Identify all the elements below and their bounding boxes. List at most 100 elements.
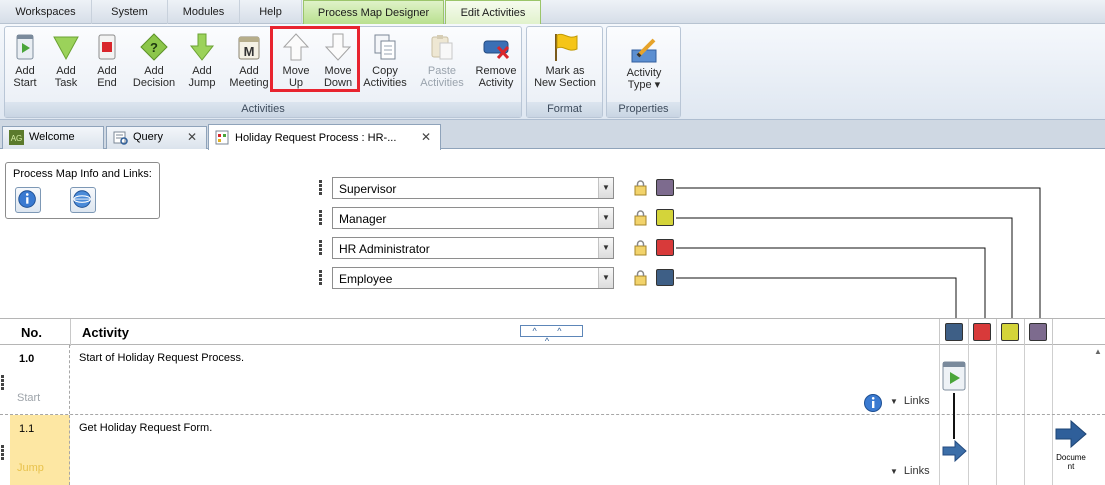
role-name: Employee <box>339 272 393 286</box>
drag-handle[interactable] <box>318 269 323 287</box>
activity-row[interactable]: 1.1 Jump Get Holiday Request Form. ▼ Link… <box>0 415 1105 485</box>
remove-activity-button[interactable]: Remove Activity <box>471 30 521 94</box>
drag-handle[interactable] <box>318 209 323 227</box>
info-box-title: Process Map Info and Links: <box>13 168 152 180</box>
role-select-employee[interactable]: Employee ▼ <box>332 267 614 289</box>
info-icon[interactable] <box>863 393 883 413</box>
links-button[interactable] <box>70 187 96 213</box>
drag-handle[interactable] <box>1 445 5 461</box>
column-header-no: No. <box>21 325 42 340</box>
process-map-info-box: Process Map Info and Links: <box>5 162 160 219</box>
copy-icon <box>374 34 396 60</box>
lane-swatch-supervisor[interactable] <box>1029 323 1047 341</box>
jump-arrow-icon[interactable] <box>941 439 967 463</box>
activity-number: 1.1 <box>19 423 35 435</box>
menu-tab-process-map-designer[interactable]: Process Map Designer <box>303 0 444 24</box>
links-dropdown[interactable]: ▼ Links <box>890 465 930 477</box>
role-color-swatch[interactable] <box>656 209 674 226</box>
activity-number-cell: 1.1 Jump <box>10 415 70 485</box>
column-divider <box>939 319 940 346</box>
add-task-button[interactable]: Add Task <box>45 30 87 94</box>
role-name: Supervisor <box>339 182 397 196</box>
drag-handle[interactable] <box>318 179 323 197</box>
chevron-down-icon[interactable]: ▼ <box>598 238 613 258</box>
flow-connector <box>953 415 955 439</box>
close-icon[interactable]: ✕ <box>187 127 197 148</box>
activity-type-button[interactable]: Activity Type ▾ <box>609 30 679 94</box>
edit-pencil-icon <box>631 38 657 63</box>
add-jump-button[interactable]: Add Jump <box>181 30 223 94</box>
collapse-expand-buttons[interactable]: ^ ^ ^ <box>520 325 583 346</box>
drag-handle[interactable] <box>318 239 323 257</box>
close-icon[interactable]: ✕ <box>421 127 431 148</box>
tab-welcome-label: Welcome <box>29 131 75 143</box>
arrow-down-icon <box>189 33 215 61</box>
copy-activities-button[interactable]: Copy Activities <box>361 30 409 94</box>
activity-type-label-1: Activity <box>626 67 662 79</box>
document-arrow-icon[interactable] <box>1054 419 1088 449</box>
document-label: Docume nt <box>1056 453 1086 471</box>
links-dropdown[interactable]: ▼ Links <box>890 395 930 407</box>
menu-tab-workspaces[interactable]: Workspaces <box>0 0 92 24</box>
lock-icon[interactable] <box>634 240 647 256</box>
add-meeting-label-1: Add <box>239 65 259 77</box>
drag-handle[interactable] <box>1 375 5 391</box>
globe-link-icon <box>73 190 91 208</box>
tab-welcome[interactable]: AG Welcome <box>2 126 104 149</box>
activity-description[interactable]: Start of Holiday Request Process. <box>79 352 244 364</box>
menu-tab-system[interactable]: System <box>92 0 168 24</box>
document-tabs: AG Welcome Query ✕ Holiday Request Proce… <box>0 120 1105 150</box>
role-name: HR Administrator <box>339 242 430 256</box>
chevron-down-icon[interactable]: ▼ <box>598 208 613 228</box>
menu-tab-modules[interactable]: Modules <box>168 0 240 24</box>
add-end-label-1: Add <box>97 65 117 77</box>
chevron-down-icon[interactable]: ▼ <box>598 268 613 288</box>
menu-tab-edit-activities[interactable]: Edit Activities <box>445 0 541 24</box>
svg-text:?: ? <box>150 40 158 55</box>
add-meeting-button[interactable]: M Add Meeting <box>227 30 271 94</box>
add-start-button[interactable]: Add Start <box>5 30 45 94</box>
activities-group: Add Start Add Task Add End ? Add Decision Ad… <box>4 26 522 118</box>
start-flag-icon[interactable] <box>941 360 967 394</box>
remove-activity-label-2: Activity <box>478 77 514 89</box>
role-color-swatch[interactable] <box>656 239 674 256</box>
activity-row[interactable]: 1.0 Start Start of Holiday Request Proce… <box>0 345 1105 415</box>
tab-query[interactable]: Query ✕ <box>106 126 207 149</box>
mark-as-new-section-button[interactable]: Mark as New Section <box>529 30 601 94</box>
add-jump-label-1: Add <box>192 65 212 77</box>
menu-tab-help[interactable]: Help <box>240 0 302 24</box>
chevron-down-icon[interactable]: ▼ <box>598 178 613 198</box>
role-color-swatch[interactable] <box>656 179 674 196</box>
triangle-down-icon <box>53 36 79 61</box>
paste-activities-button[interactable]: Paste Activities <box>415 30 469 94</box>
role-select-hr-administrator[interactable]: HR Administrator ▼ <box>332 237 614 259</box>
add-meeting-label-2: Meeting <box>229 77 269 89</box>
lane-swatch-employee[interactable] <box>945 323 963 341</box>
scroll-up-arrow[interactable]: ▲ <box>1091 345 1105 359</box>
tab-holiday-request-process[interactable]: Holiday Request Process : HR-... ✕ <box>208 124 441 150</box>
lock-icon[interactable] <box>634 210 647 226</box>
lane-swatch-manager[interactable] <box>1001 323 1019 341</box>
remove-activity-label-1: Remove <box>475 65 517 77</box>
column-divider <box>1052 319 1053 346</box>
paste-activities-label-1: Paste <box>427 65 457 77</box>
role-select-manager[interactable]: Manager ▼ <box>332 207 614 229</box>
add-end-button[interactable]: Add End <box>87 30 127 94</box>
properties-group-label: Properties <box>607 102 680 117</box>
lock-icon[interactable] <box>634 270 647 286</box>
start-flag-icon <box>16 34 34 60</box>
lock-icon[interactable] <box>634 180 647 196</box>
add-decision-button[interactable]: ? Add Decision <box>127 30 181 94</box>
role-select-supervisor[interactable]: Supervisor ▼ <box>332 177 614 199</box>
activity-description[interactable]: Get Holiday Request Form. <box>79 422 212 434</box>
ribbon: Add Start Add Task Add End ? Add Decision Ad… <box>0 24 1105 120</box>
links-label: Links <box>903 465 930 477</box>
role-color-swatch[interactable] <box>656 269 674 286</box>
copy-activities-label-2: Activities <box>363 77 407 89</box>
tab-holiday-request-label: Holiday Request Process : HR-... <box>235 132 397 144</box>
info-button[interactable] <box>15 187 41 213</box>
activity-number: 1.0 <box>19 353 35 365</box>
lane-swatch-hr-administrator[interactable] <box>973 323 991 341</box>
process-map-canvas: Process Map Info and Links: Supervisor ▼… <box>0 150 1105 485</box>
svg-text:M: M <box>244 44 255 59</box>
